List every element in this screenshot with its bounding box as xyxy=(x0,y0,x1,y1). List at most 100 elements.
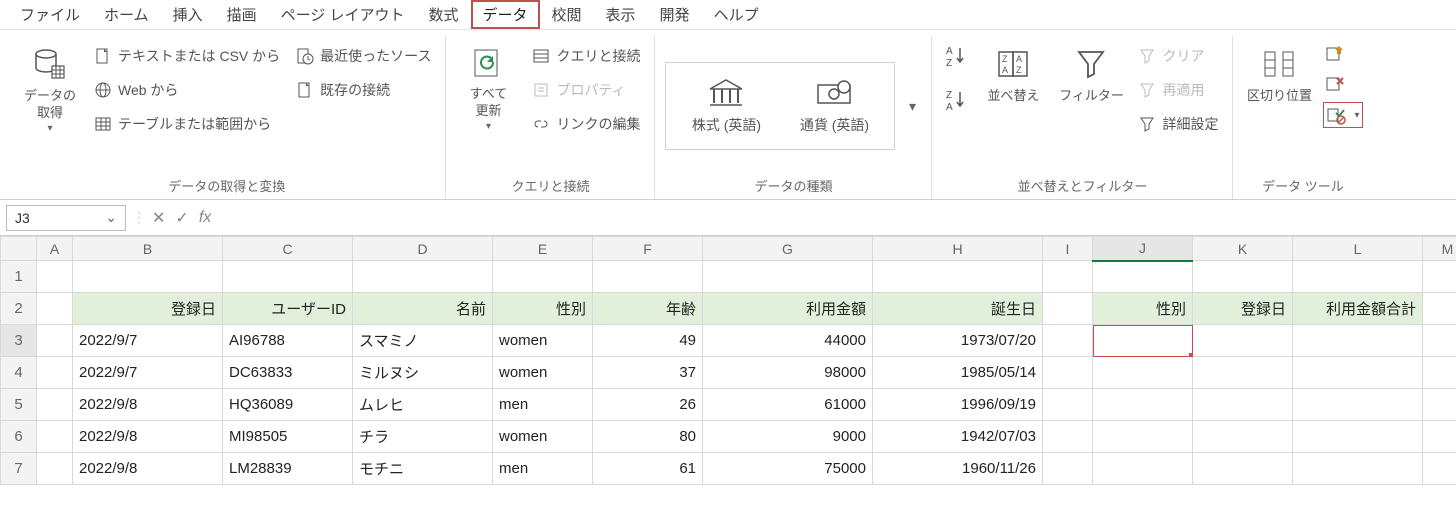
cell[interactable]: AI96788 xyxy=(223,325,353,357)
clear-filter-button[interactable]: クリア xyxy=(1134,42,1222,70)
cell[interactable] xyxy=(1423,325,1456,357)
cell[interactable]: women xyxy=(493,325,593,357)
enter-formula-button[interactable]: ✓ xyxy=(175,208,188,228)
from-table-range-button[interactable]: テーブルまたは範囲から xyxy=(90,110,284,138)
cell[interactable]: ムレヒ xyxy=(353,389,493,421)
cell[interactable]: スマミノ xyxy=(353,325,493,357)
name-box[interactable]: J3 ⌄ xyxy=(6,205,126,231)
get-data-button[interactable]: データの 取得 ▾ xyxy=(18,42,82,139)
cell[interactable]: 名前 xyxy=(353,293,493,325)
formula-bar-input[interactable] xyxy=(217,206,1450,230)
col-header-E[interactable]: E xyxy=(493,237,593,261)
data-type-stocks[interactable]: 株式 (英語) xyxy=(678,71,774,141)
cell[interactable]: 2022/9/8 xyxy=(73,421,223,453)
menu-home[interactable]: ホーム xyxy=(92,0,161,29)
data-validation-button[interactable]: ▾ xyxy=(1323,102,1362,128)
col-header-G[interactable]: G xyxy=(703,237,873,261)
worksheet-grid[interactable]: A B C D E F G H I J K L M 1 2 登録日 ユーザーID… xyxy=(0,236,1456,485)
cell[interactable]: 49 xyxy=(593,325,703,357)
cell[interactable]: 性別 xyxy=(1093,293,1193,325)
col-header-I[interactable]: I xyxy=(1043,237,1093,261)
properties-button[interactable]: プロパティ xyxy=(528,76,644,104)
cell[interactable] xyxy=(1043,293,1093,325)
cell[interactable]: 2022/9/8 xyxy=(73,389,223,421)
from-web-button[interactable]: Web から xyxy=(90,76,284,104)
data-type-more[interactable]: ▾ xyxy=(903,98,921,115)
cell[interactable]: 利用金額 xyxy=(703,293,873,325)
cancel-formula-button[interactable]: ✕ xyxy=(152,208,165,228)
refresh-all-button[interactable]: すべて 更新 ▾ xyxy=(456,42,520,137)
col-header-H[interactable]: H xyxy=(873,237,1043,261)
cell[interactable]: 年齢 xyxy=(593,293,703,325)
filter-button[interactable]: フィルター xyxy=(1056,42,1126,109)
flash-fill-button[interactable] xyxy=(1323,42,1362,66)
cell[interactable]: 1996/09/19 xyxy=(873,389,1043,421)
cell[interactable]: 登録日 xyxy=(73,293,223,325)
col-header-F[interactable]: F xyxy=(593,237,703,261)
cell[interactable]: ミルヌシ xyxy=(353,357,493,389)
cell[interactable]: 1942/07/03 xyxy=(873,421,1043,453)
col-header-J[interactable]: J xyxy=(1093,237,1193,261)
row-header[interactable]: 5 xyxy=(1,389,37,421)
text-to-columns-button[interactable]: 区切り位置 xyxy=(1243,42,1315,109)
col-header-B[interactable]: B xyxy=(73,237,223,261)
cell[interactable] xyxy=(37,293,73,325)
cell[interactable]: 誕生日 xyxy=(873,293,1043,325)
cell[interactable]: 9000 xyxy=(703,421,873,453)
cell[interactable]: 2022/9/8 xyxy=(73,453,223,485)
cell[interactable]: women xyxy=(493,421,593,453)
cell-J3-selected[interactable] xyxy=(1093,325,1193,357)
cell[interactable]: 61000 xyxy=(703,389,873,421)
cell[interactable] xyxy=(1043,325,1093,357)
cell[interactable]: 80 xyxy=(593,421,703,453)
cell[interactable]: ユーザーID xyxy=(223,293,353,325)
col-header-D[interactable]: D xyxy=(353,237,493,261)
cell[interactable]: チラ xyxy=(353,421,493,453)
cell[interactable] xyxy=(37,325,73,357)
cell[interactable]: DC63833 xyxy=(223,357,353,389)
col-header-M[interactable]: M xyxy=(1423,237,1456,261)
menu-review[interactable]: 校閲 xyxy=(540,0,594,29)
col-header-K[interactable]: K xyxy=(1193,237,1293,261)
cell[interactable]: women xyxy=(493,357,593,389)
cell[interactable]: 61 xyxy=(593,453,703,485)
select-all-corner[interactable] xyxy=(1,237,37,261)
row-header[interactable]: 7 xyxy=(1,453,37,485)
cell[interactable]: 26 xyxy=(593,389,703,421)
menu-developer[interactable]: 開発 xyxy=(648,0,702,29)
cell[interactable] xyxy=(1423,293,1456,325)
menu-help[interactable]: ヘルプ xyxy=(702,0,771,29)
data-type-currency[interactable]: 通貨 (英語) xyxy=(786,71,882,141)
col-header-L[interactable]: L xyxy=(1293,237,1423,261)
menu-view[interactable]: 表示 xyxy=(594,0,648,29)
cell[interactable]: 98000 xyxy=(703,357,873,389)
cell[interactable]: 1985/05/14 xyxy=(873,357,1043,389)
cell[interactable]: 44000 xyxy=(703,325,873,357)
cell[interactable]: 登録日 xyxy=(1193,293,1293,325)
cell[interactable]: men xyxy=(493,389,593,421)
row-header[interactable]: 6 xyxy=(1,421,37,453)
advanced-filter-button[interactable]: 詳細設定 xyxy=(1134,110,1222,138)
cell[interactable]: 2022/9/7 xyxy=(73,357,223,389)
edit-links-button[interactable]: リンクの編集 xyxy=(528,110,644,138)
cell[interactable]: モチニ xyxy=(353,453,493,485)
col-header-A[interactable]: A xyxy=(37,237,73,261)
row-header[interactable]: 1 xyxy=(1,261,37,293)
cell[interactable]: 75000 xyxy=(703,453,873,485)
cell[interactable]: MI98505 xyxy=(223,421,353,453)
sort-ascending-button[interactable]: AZ xyxy=(942,42,970,70)
cell[interactable] xyxy=(1293,325,1423,357)
cell[interactable]: 1960/11/26 xyxy=(873,453,1043,485)
cell[interactable]: 1973/07/20 xyxy=(873,325,1043,357)
sort-descending-button[interactable]: ZA xyxy=(942,86,970,114)
cell[interactable]: 2022/9/7 xyxy=(73,325,223,357)
cell[interactable]: 利用金額合計 xyxy=(1293,293,1423,325)
menu-page-layout[interactable]: ページ レイアウト xyxy=(269,0,417,29)
cell[interactable]: HQ36089 xyxy=(223,389,353,421)
cell[interactable]: 37 xyxy=(593,357,703,389)
queries-connections-button[interactable]: クエリと接続 xyxy=(528,42,644,70)
cell[interactable] xyxy=(1193,325,1293,357)
menu-file[interactable]: ファイル xyxy=(8,0,92,29)
menu-draw[interactable]: 描画 xyxy=(215,0,269,29)
remove-duplicates-button[interactable] xyxy=(1323,72,1362,96)
